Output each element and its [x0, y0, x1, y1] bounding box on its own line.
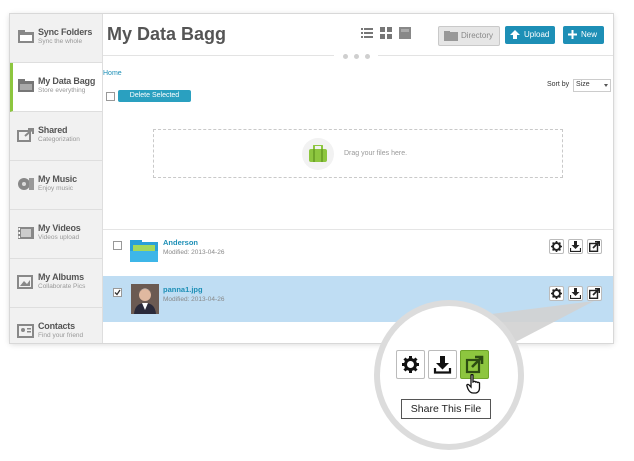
share-tooltip: Share This File [401, 399, 491, 419]
download-icon [433, 356, 452, 374]
callout-pointer [460, 301, 594, 350]
hand-cursor-icon [466, 374, 481, 394]
gear-icon [402, 356, 419, 373]
settings-button-zoomed[interactable] [396, 350, 425, 379]
download-button-zoomed[interactable] [428, 350, 457, 379]
